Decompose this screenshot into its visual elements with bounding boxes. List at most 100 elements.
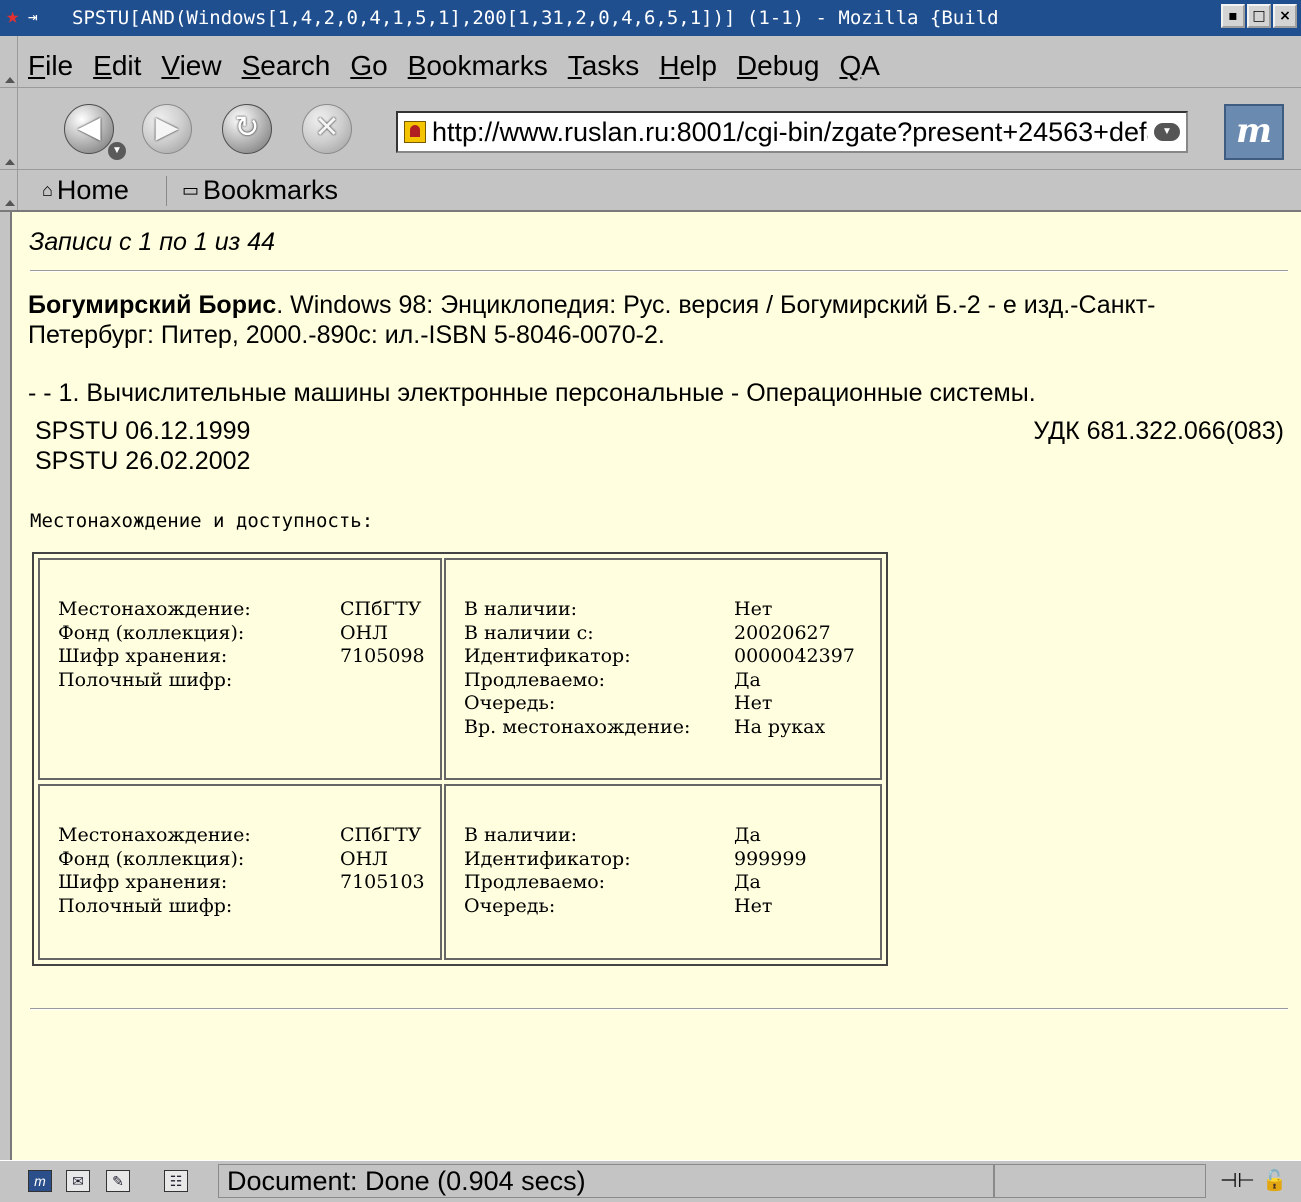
progress-panel: [994, 1164, 1206, 1198]
holding-field-value: Нет: [734, 894, 773, 917]
holding-field-label: Очередь:: [464, 894, 556, 917]
holdings-cell-right: В наличии: Да Идентификатор: 999999 Продлева…: [444, 784, 882, 960]
url-input[interactable]: [432, 117, 1148, 147]
navbar-grip[interactable]: [0, 88, 18, 169]
security-lock-icon[interactable]: 🔓: [1262, 1170, 1287, 1192]
holding-field-label: Идентификатор:: [464, 847, 631, 870]
holding-field-value: 0000042397: [734, 645, 855, 667]
close-button[interactable]: ×: [1273, 4, 1297, 28]
maximize-button[interactable]: □: [1247, 4, 1271, 28]
holding-field-value: СПбГТУ: [340, 824, 422, 846]
bookmarks-button[interactable]: ▭ Bookmarks: [182, 175, 338, 205]
holding-field-label: Полочный шифр:: [58, 668, 233, 691]
navigator-icon[interactable]: m: [28, 1170, 52, 1192]
forward-arrow-icon: ▶: [155, 111, 179, 144]
holding-field-value: 7105103: [340, 871, 425, 893]
bookmarks-label: Bookmarks: [203, 175, 339, 205]
holding-field-label: Местонахождение:: [58, 824, 251, 846]
menu-accelerator: Q: [839, 50, 862, 81]
menu-item[interactable]: Bookmarks: [408, 50, 548, 82]
holding-field-label: Продлеваемо:: [464, 668, 606, 691]
menu-label: ebug: [757, 50, 820, 81]
menu-item[interactable]: Debug: [737, 50, 820, 82]
location-heading: Местонахождение и доступность:: [30, 510, 374, 532]
holding-field-label: Шифр хранения:: [58, 871, 228, 893]
menu-accelerator: T: [567, 50, 582, 81]
personalbar-grip[interactable]: [0, 170, 18, 210]
holding-field-label: Вр. местонахождение:: [464, 715, 691, 738]
menu-accelerator: S: [241, 50, 261, 81]
page-content[interactable]: Записи с 1 по 1 из 44 Богумирский Борис.…: [10, 212, 1301, 1160]
toolbar-separator: [166, 176, 167, 206]
window-title: SPSTU[AND(Windows[1,4,2,0,4,1,5,1],200[1…: [72, 7, 999, 29]
menu-label: ile: [45, 50, 74, 81]
pin-icon[interactable]: ⇥: [28, 7, 38, 27]
menu-label: iew: [179, 50, 222, 81]
bibliographic-record: Богумирский Борис. Windows 98: Энциклопе…: [28, 290, 1188, 350]
holding-field-value: ОНЛ: [340, 847, 389, 870]
composer-icon[interactable]: ✎: [106, 1170, 130, 1192]
menu-label: A: [861, 50, 880, 81]
menu-item[interactable]: View: [161, 50, 221, 82]
menu-item[interactable]: QA: [839, 50, 879, 82]
menu-item[interactable]: Tasks: [568, 50, 640, 82]
holding-field-value: Нет: [734, 598, 773, 620]
holding-field-label: Шифр хранения:: [58, 645, 228, 667]
menu-accelerator: D: [736, 50, 758, 81]
minimize-button[interactable]: ▪: [1221, 4, 1245, 28]
holding-field-label: Фонд (коллекция):: [58, 621, 245, 644]
holding-field-label: Полочный шифр:: [58, 894, 233, 917]
connection-icon[interactable]: ⊣⊢: [1220, 1170, 1255, 1192]
holding-field-label: Идентификатор:: [464, 645, 631, 667]
holding-line: SPSTU 26.02.2002: [35, 447, 251, 475]
address-book-icon[interactable]: ☷: [164, 1170, 188, 1192]
status-text-panel: Document: Done (0.904 secs): [218, 1164, 994, 1198]
url-bar[interactable]: ▼: [396, 111, 1188, 153]
back-history-dropdown-icon[interactable]: ▼: [108, 142, 126, 160]
url-history-dropdown-icon[interactable]: ▼: [1154, 123, 1180, 141]
stop-button[interactable]: ✕: [302, 104, 352, 154]
menu-item[interactable]: Edit: [93, 50, 141, 82]
holding-field-label: Продлеваемо:: [464, 871, 606, 893]
holdings-cell-right: В наличии: Нет В наличии с: 20020627 Идентиф…: [444, 558, 882, 780]
menu-label: dit: [111, 50, 142, 81]
menu-item[interactable]: Go: [350, 50, 387, 82]
menu-item[interactable]: File: [28, 50, 73, 82]
holding-field-value: Нет: [734, 692, 773, 714]
menu-item[interactable]: Search: [242, 50, 331, 82]
menu-label: o: [372, 50, 388, 81]
top-divider: [30, 270, 1288, 272]
personal-toolbar: ⌂ Home ▭ Bookmarks: [0, 170, 1301, 212]
menu-accelerator: V: [161, 50, 180, 81]
menu-item[interactable]: Help: [659, 50, 717, 82]
reload-icon: ↻: [234, 111, 260, 144]
menu-accelerator: H: [659, 50, 680, 81]
author-name: Богумирский Борис: [28, 291, 277, 319]
home-button[interactable]: ⌂ Home: [42, 175, 129, 205]
back-button[interactable]: ◀: [64, 104, 114, 154]
holdings-cell-left: Местонахождение: СПбГТУ Фонд (коллекция): О…: [38, 784, 442, 960]
mozilla-throbber-icon[interactable]: m: [1224, 104, 1284, 160]
holding-field-label: Очередь:: [464, 692, 556, 714]
mail-icon[interactable]: ✉: [66, 1170, 90, 1192]
window-titlebar[interactable]: ★ ⇥ SPSTU[AND(Windows[1,4,2,0,4,1,5,1],2…: [0, 0, 1301, 36]
holding-field-value: 999999: [734, 847, 807, 870]
menu-accelerator: G: [350, 50, 373, 81]
holding-field-value: СПбГТУ: [340, 598, 422, 620]
holding-field-value: На руках: [734, 715, 826, 738]
holding-field-value: Да: [734, 668, 761, 691]
reload-button[interactable]: ↻: [222, 104, 272, 154]
holding-field-label: Местонахождение:: [58, 598, 251, 620]
udc-code: УДК 681.322.066(083): [1033, 417, 1284, 445]
status-bar: m ✉ ✎ ☷ Document: Done (0.904 secs) ⊣⊢ 🔓: [0, 1160, 1301, 1202]
menubar-grip[interactable]: [0, 36, 18, 87]
menu-bar: File Edit View Search Go Bookmarks Tasks Help De…: [0, 36, 1301, 88]
menu-label: asks: [581, 50, 640, 81]
bookmarks-folder-icon: ▭: [182, 180, 200, 200]
holding-field-value: Да: [734, 824, 761, 846]
holding-field-label: В наличии:: [464, 824, 578, 846]
menu-label: elp: [679, 50, 717, 81]
forward-button[interactable]: ▶: [142, 104, 192, 154]
menu-accelerator: F: [28, 50, 46, 81]
home-icon: ⌂: [42, 180, 53, 200]
